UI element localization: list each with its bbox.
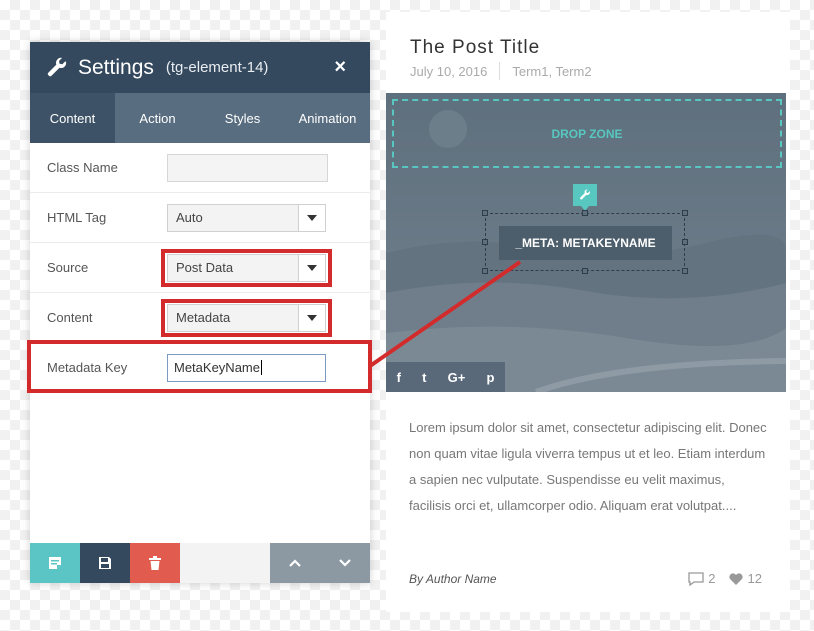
connector-line xyxy=(368,260,522,368)
